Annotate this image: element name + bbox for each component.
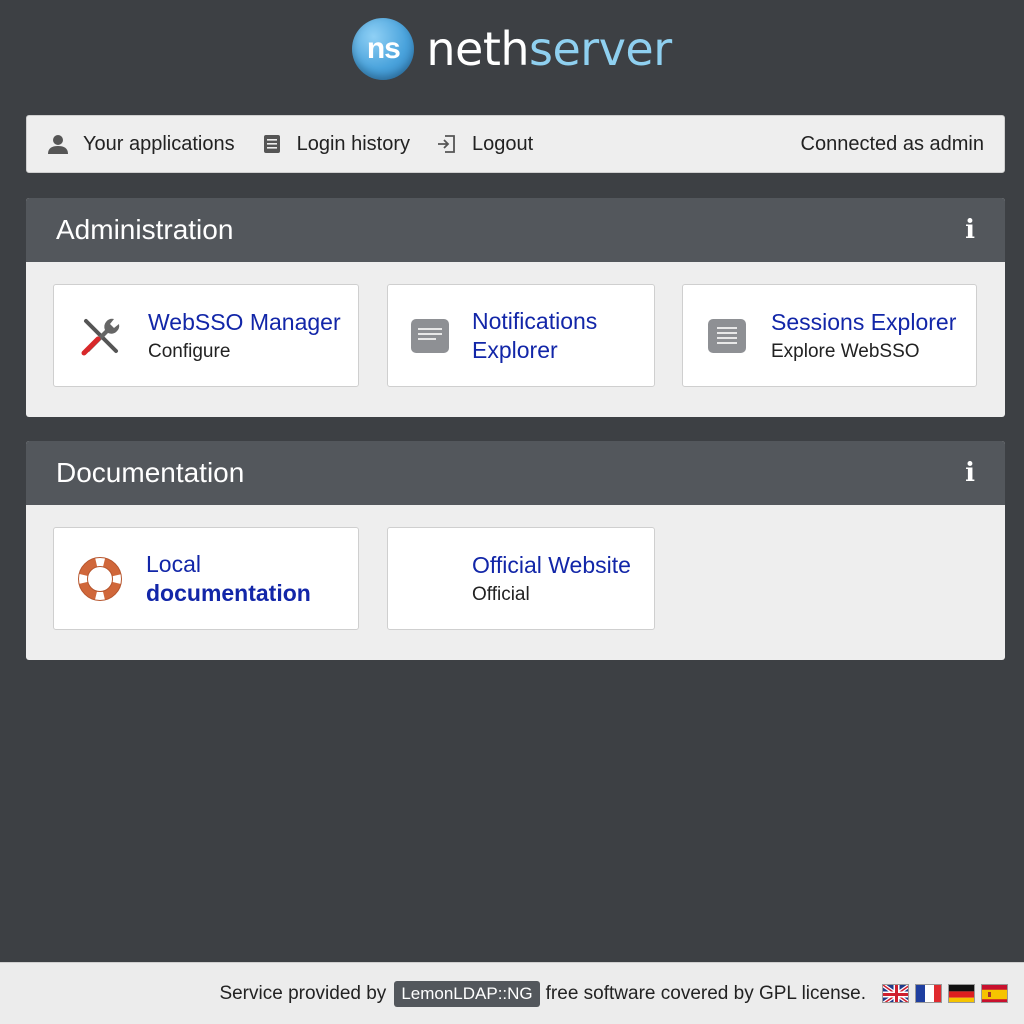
nav-label: Your applications xyxy=(83,132,235,155)
tools-icon xyxy=(54,313,148,359)
info-icon[interactable]: i xyxy=(965,215,975,245)
nav-label: Login history xyxy=(296,132,410,155)
panel-title: Administration xyxy=(56,214,234,245)
app-title: Notifications xyxy=(472,307,598,334)
documentation-panel: Documentation i Local documentation Offi… xyxy=(26,441,1005,660)
connected-user: Connected as admin xyxy=(800,132,984,155)
nethserver-logo: ns nethserver xyxy=(0,18,1024,80)
panel-title: Documentation xyxy=(56,457,245,488)
es-flag-icon[interactable] xyxy=(981,984,1008,1003)
info-icon[interactable]: i xyxy=(965,458,975,488)
de-flag-icon[interactable] xyxy=(948,984,975,1003)
app-description: Configure xyxy=(148,341,231,362)
app-title: Local xyxy=(146,550,201,577)
app-sessions-explorer[interactable]: Sessions Explorer Explore WebSSO xyxy=(682,284,977,387)
list-icon xyxy=(683,318,771,354)
panel-header: Administration i xyxy=(26,198,1005,262)
logo-name-blue: server xyxy=(529,22,672,76)
nav-your-applications[interactable]: Your applications xyxy=(47,133,235,156)
logo-wordmark: nethserver xyxy=(426,22,672,76)
app-title: Official Website xyxy=(472,552,631,578)
footer-suffix: free software covered by GPL license. xyxy=(545,982,866,1004)
fr-flag-icon[interactable] xyxy=(915,984,942,1003)
app-local-documentation[interactable]: Local documentation xyxy=(53,527,359,630)
app-title: WebSSO Manager xyxy=(148,309,341,335)
logout-icon xyxy=(438,135,455,153)
app-description: Explore WebSSO xyxy=(771,341,920,362)
language-selector xyxy=(882,984,1008,1003)
footer-prefix: Service provided by xyxy=(219,982,387,1004)
panel-header: Documentation i xyxy=(26,441,1005,505)
top-navbar: Your applications Login history Logout C… xyxy=(26,115,1005,173)
footer: Service provided by LemonLDAP::NG free s… xyxy=(0,962,1024,1024)
app-official-website[interactable]: Official Website Official xyxy=(387,527,655,630)
en-flag-icon[interactable] xyxy=(882,984,909,1003)
app-notifications-explorer[interactable]: Notifications Explorer xyxy=(387,284,655,387)
notes-icon xyxy=(388,318,472,354)
app-description: Official xyxy=(472,584,530,605)
app-title-line2: Explorer xyxy=(472,336,558,363)
document-icon xyxy=(263,135,280,153)
nav-logout[interactable]: Logout xyxy=(436,133,533,156)
administration-panel: Administration i WebSSO Manager Configur… xyxy=(26,198,1005,417)
app-title-line2: documentation xyxy=(146,579,311,606)
nav-login-history[interactable]: Login history xyxy=(261,133,410,156)
lifebuoy-icon xyxy=(54,556,146,601)
lemonldap-badge[interactable]: LemonLDAP::NG xyxy=(394,980,540,1007)
app-title: Sessions Explorer xyxy=(771,309,957,335)
logo-badge-icon: ns xyxy=(352,18,415,80)
app-websso-manager[interactable]: WebSSO Manager Configure xyxy=(53,284,359,387)
logo-name-white: neth xyxy=(426,22,530,76)
user-icon xyxy=(48,135,68,154)
nav-label: Logout xyxy=(472,132,534,155)
